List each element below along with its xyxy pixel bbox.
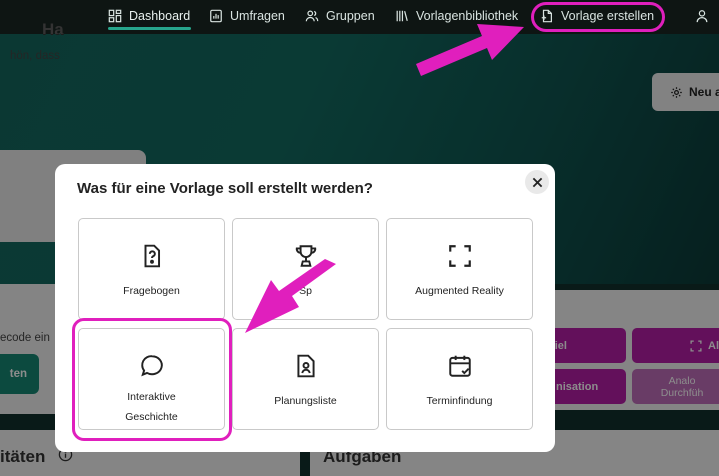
arrow-to-interaktive-geschichte	[245, 259, 336, 333]
annotation-arrows	[245, 24, 524, 333]
arrow-to-vorlage-erstellen	[416, 24, 524, 76]
